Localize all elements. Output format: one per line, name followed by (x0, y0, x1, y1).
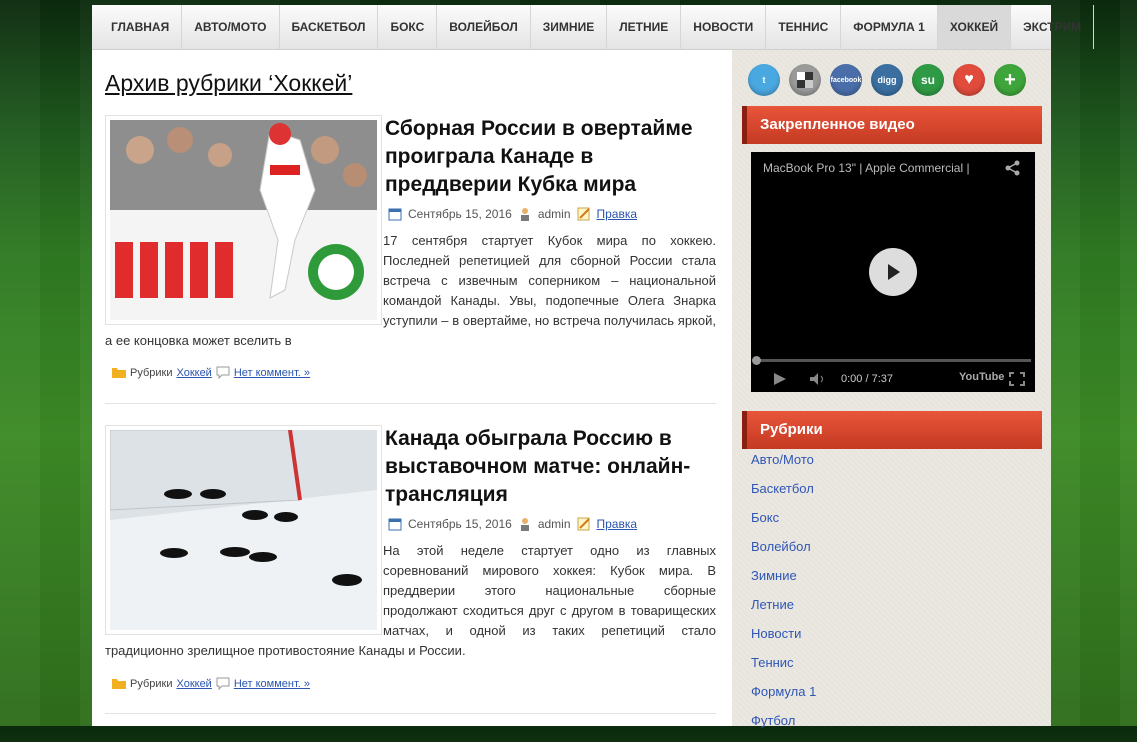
share-icon[interactable] (1005, 160, 1021, 181)
video-controls: 0:00 / 7:37 YouTube (751, 366, 1035, 392)
edit-pencil-icon (577, 517, 591, 531)
post-card: Канада обыграла Россию в выставочном мат… (105, 425, 716, 714)
nav-item-news[interactable]: Новости (681, 5, 767, 49)
calendar-icon (388, 517, 402, 531)
nav-item-extreme[interactable]: Экстрим (1011, 5, 1095, 49)
post-meta: Сентябрь 15, 2016 admin Правка (388, 517, 637, 531)
post-date: Сентябрь 15, 2016 (408, 517, 512, 531)
edit-pencil-icon (577, 207, 591, 221)
nav-item-boxing[interactable]: Бокс (378, 5, 438, 49)
volume-icon[interactable] (809, 372, 827, 391)
youtube-logo[interactable]: YouTube (959, 371, 1004, 383)
post-author: admin (537, 517, 571, 531)
post-footer: Рубрики Хоккей Нет коммент. » (112, 366, 310, 380)
main-nav: Главная Авто/Мото Баскетбол Бокс Волейбо… (92, 5, 1095, 50)
category-link[interactable]: Хоккей (176, 678, 211, 690)
comment-icon (216, 677, 230, 691)
category-item-auto-moto[interactable]: Авто/Мото (751, 452, 816, 481)
archive-title: Архив рубрики ‘Хоккей’ (105, 70, 353, 96)
video-widget-title: Закрепленное видео (742, 106, 1042, 144)
comments-link[interactable]: Нет коммент. » (234, 678, 310, 690)
digg-icon[interactable]: digg (871, 64, 903, 96)
nav-item-winter[interactable]: Зимние (531, 5, 608, 49)
page-wrapper: Главная Авто/Мото Баскетбол Бокс Волейбо… (92, 5, 1095, 728)
folder-icon (112, 366, 126, 380)
categories-widget-title: Рубрики (742, 411, 1042, 449)
nav-item-volleyball[interactable]: Волейбол (437, 5, 531, 49)
category-item-football[interactable]: Футбол (751, 713, 816, 742)
sidebar: t facebook digg su ♥ + Закрепленное виде… (732, 50, 1051, 728)
category-item-news[interactable]: Новости (751, 626, 816, 655)
post-meta: Сентябрь 15, 2016 admin Правка (388, 207, 637, 221)
delicious-icon[interactable] (789, 64, 821, 96)
user-icon (518, 517, 532, 531)
calendar-icon (388, 207, 402, 221)
twitter-icon[interactable]: t (748, 64, 780, 96)
category-item-formula1[interactable]: Формула 1 (751, 684, 816, 713)
nav-item-summer[interactable]: Летние (607, 5, 682, 49)
category-item-tennis[interactable]: Теннис (751, 655, 816, 684)
post-title[interactable]: Сборная России в овертайме проиграла Кан… (385, 115, 716, 199)
play-control-icon[interactable] (773, 372, 787, 391)
categories-list: Авто/Мото Баскетбол Бокс Волейбол Зимние… (751, 452, 816, 742)
comments-link[interactable]: Нет коммент. » (234, 367, 310, 379)
video-time: 0:00 / 7:37 (841, 373, 893, 385)
comment-icon (216, 366, 230, 380)
video-title[interactable]: MacBook Pro 13" | Apple Commercial | (763, 161, 970, 175)
post-excerpt-container: На этой неделе стартует одно из главных … (105, 541, 716, 661)
play-button[interactable] (869, 248, 917, 296)
nav-item-tennis[interactable]: Теннис (766, 5, 842, 49)
category-item-volleyball[interactable]: Волейбол (751, 539, 816, 568)
nav-item-hockey[interactable]: Хоккей (937, 5, 1012, 49)
social-buttons: t facebook digg su ♥ + (748, 64, 1026, 96)
edit-link[interactable]: Правка (597, 207, 638, 221)
nav-item-home[interactable]: Главная (92, 5, 183, 49)
nav-item-auto-moto[interactable]: Авто/Мото (182, 5, 280, 49)
folder-icon (112, 677, 126, 691)
main-content: Архив рубрики ‘Хоккей’ Сборная России в … (92, 50, 732, 726)
heart-icon[interactable]: ♥ (953, 64, 985, 96)
play-icon (888, 264, 900, 280)
user-icon (518, 207, 532, 221)
post-title[interactable]: Канада обыграла Россию в выставочном мат… (385, 425, 716, 509)
stumbleupon-icon[interactable]: su (912, 64, 944, 96)
nav-item-formula1[interactable]: Формула 1 (841, 5, 938, 49)
edit-link[interactable]: Правка (597, 517, 638, 531)
post-footer: Рубрики Хоккей Нет коммент. » (112, 677, 310, 691)
facebook-icon[interactable]: facebook (830, 64, 862, 96)
add-icon[interactable]: + (994, 64, 1026, 96)
video-progress-bar[interactable] (752, 356, 1031, 365)
post-author: admin (537, 207, 571, 221)
progress-handle[interactable] (752, 356, 761, 365)
post-date: Сентябрь 15, 2016 (408, 207, 512, 221)
category-label: Рубрики (130, 678, 173, 690)
category-label: Рубрики (130, 367, 173, 379)
category-item-summer[interactable]: Летние (751, 597, 816, 626)
video-player[interactable]: MacBook Pro 13" | Apple Commercial | 0:0… (751, 152, 1035, 392)
category-item-boxing[interactable]: Бокс (751, 510, 816, 539)
category-item-basketball[interactable]: Баскетбол (751, 481, 816, 510)
category-link[interactable]: Хоккей (176, 367, 211, 379)
nav-item-basketball[interactable]: Баскетбол (280, 5, 379, 49)
fullscreen-icon[interactable] (1009, 372, 1025, 391)
post-card: Сборная России в овертайме проиграла Кан… (105, 115, 716, 404)
category-item-winter[interactable]: Зимние (751, 568, 816, 597)
post-excerpt-container: 17 сентября стартует Кубок мира по хокке… (105, 231, 716, 351)
